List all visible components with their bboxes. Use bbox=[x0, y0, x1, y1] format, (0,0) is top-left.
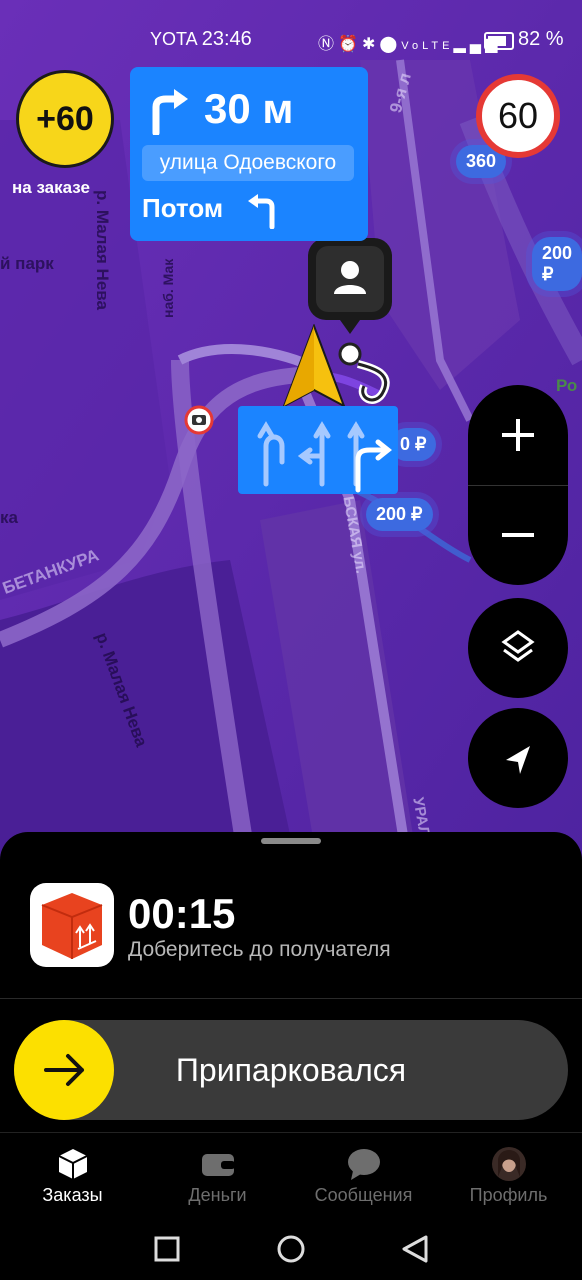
carrier: YOTA bbox=[150, 29, 197, 49]
tab-money[interactable]: Деньги bbox=[145, 1133, 290, 1211]
bottom-tab-bar: Заказы Деньги Сообщения Профиль bbox=[0, 1132, 582, 1211]
car-position-icon bbox=[282, 324, 346, 408]
tab-label: Деньги bbox=[188, 1185, 247, 1205]
map-label: й парк bbox=[0, 254, 54, 273]
maneuver-distance: 30 м bbox=[204, 85, 294, 132]
turn-right-icon bbox=[152, 89, 188, 135]
chat-icon bbox=[348, 1149, 380, 1180]
location-icon: ⬤ bbox=[379, 36, 402, 53]
system-navigation-bar bbox=[0, 1210, 582, 1280]
order-bonus-caption: на заказе bbox=[12, 178, 90, 197]
bluetooth-icon: ✱ bbox=[361, 36, 380, 53]
street-name: улица Одоевского bbox=[142, 145, 354, 181]
sheet-drag-handle[interactable] bbox=[261, 838, 321, 844]
map-layers-button[interactable] bbox=[468, 598, 568, 698]
divider bbox=[0, 998, 582, 999]
tab-label: Сообщения bbox=[314, 1185, 413, 1205]
order-bonus-badge[interactable]: +60 bbox=[16, 70, 114, 168]
turn-left-icon bbox=[248, 194, 275, 229]
lane-arrows-icon bbox=[257, 421, 393, 493]
map-label: р. Малая Нева bbox=[93, 190, 112, 310]
map-label: наб. Мак bbox=[160, 258, 176, 318]
layers-icon bbox=[501, 630, 535, 662]
zoom-in-button[interactable] bbox=[468, 385, 568, 485]
tab-label: Профиль bbox=[469, 1185, 548, 1205]
alarm-icon: ⏰ bbox=[338, 36, 362, 53]
price-marker[interactable]: 200 ₽ bbox=[532, 237, 582, 291]
zoom-control bbox=[468, 385, 568, 585]
volte-icon: VoLTE bbox=[401, 40, 454, 52]
swipe-knob[interactable] bbox=[14, 1020, 114, 1120]
tab-messages[interactable]: Сообщения bbox=[291, 1133, 436, 1211]
back-icon[interactable] bbox=[400, 1234, 430, 1264]
parked-swipe-button[interactable]: Припарковался bbox=[14, 1020, 568, 1120]
avatar bbox=[492, 1147, 526, 1181]
status-icons: Ⓝ⏰✱⬤VoLTE▂▄▆ bbox=[318, 30, 501, 54]
arrow-right-icon bbox=[44, 1054, 84, 1086]
then-label: Потом bbox=[142, 193, 224, 223]
navigation-arrow-icon bbox=[506, 746, 530, 774]
tab-profile[interactable]: Профиль bbox=[436, 1133, 581, 1211]
my-location-button[interactable] bbox=[468, 708, 568, 808]
battery-icon bbox=[484, 32, 514, 50]
minus-icon bbox=[502, 533, 534, 537]
recent-apps-icon[interactable] bbox=[154, 1236, 180, 1262]
speed-limit-sign: 60 bbox=[476, 74, 560, 158]
home-icon[interactable] bbox=[276, 1234, 306, 1264]
order-instruction: Доберитесь до получателя bbox=[128, 938, 391, 961]
battery-percent: 82 % bbox=[518, 28, 564, 50]
swipe-label: Припарковался bbox=[175, 1052, 407, 1088]
status-bar: YOTA 23:46 Ⓝ⏰✱⬤VoLTE▂▄▆ 82 % bbox=[0, 0, 582, 62]
eta-timer: 00:15 bbox=[128, 890, 236, 937]
tab-orders[interactable]: Заказы bbox=[0, 1133, 145, 1211]
wallet-icon bbox=[202, 1154, 235, 1176]
package-icon bbox=[41, 893, 103, 959]
delivery-box-icon bbox=[30, 883, 114, 967]
clock: 23:46 bbox=[201, 28, 252, 50]
plus-icon bbox=[502, 419, 534, 451]
price-marker[interactable]: 200 ₽ bbox=[366, 498, 433, 531]
tab-label: Заказы bbox=[42, 1185, 103, 1205]
zoom-out-button[interactable] bbox=[468, 485, 568, 585]
speed-camera-icon bbox=[184, 405, 214, 435]
client-pin-icon[interactable] bbox=[306, 236, 394, 336]
cube-icon bbox=[58, 1149, 88, 1179]
lane-guidance bbox=[238, 406, 398, 494]
map-label: ка bbox=[0, 508, 18, 527]
carrier-time: YOTA 23:46 bbox=[150, 28, 252, 51]
nfc-icon: Ⓝ bbox=[318, 36, 339, 53]
navigation-card[interactable]: 30 м улица Одоевского Потом bbox=[130, 67, 368, 241]
